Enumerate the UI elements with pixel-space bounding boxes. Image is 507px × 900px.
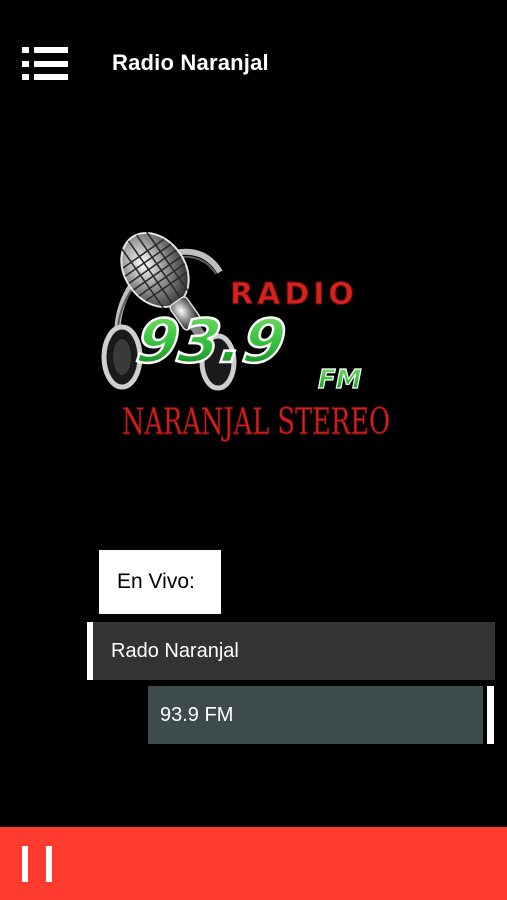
player-bar <box>0 827 507 900</box>
logo-station-text: NARANJAL STEREO <box>122 402 390 443</box>
station-logo: RADIO 93.9 FM NARANJAL STEREO <box>101 231 391 444</box>
station-name-row: Rado Naranjal <box>87 622 495 680</box>
pause-icon[interactable] <box>20 846 56 882</box>
station-accent-bar <box>87 622 93 680</box>
station-frequency: 93.9 FM <box>160 704 234 726</box>
list-menu-icon[interactable] <box>22 47 68 81</box>
top-bar: Radio Naranjal <box>0 0 507 128</box>
logo-frequency-text: 93.9 <box>132 307 290 377</box>
app-title: Radio Naranjal <box>112 50 269 75</box>
live-label-box: En Vivo: <box>99 550 221 614</box>
logo-band-text: FM <box>318 365 362 395</box>
frequency-row: 93.9 FM <box>148 686 483 744</box>
live-label: En Vivo: <box>117 570 195 593</box>
station-name: Rado Naranjal <box>111 640 239 662</box>
frequency-accent-bar <box>487 686 494 744</box>
